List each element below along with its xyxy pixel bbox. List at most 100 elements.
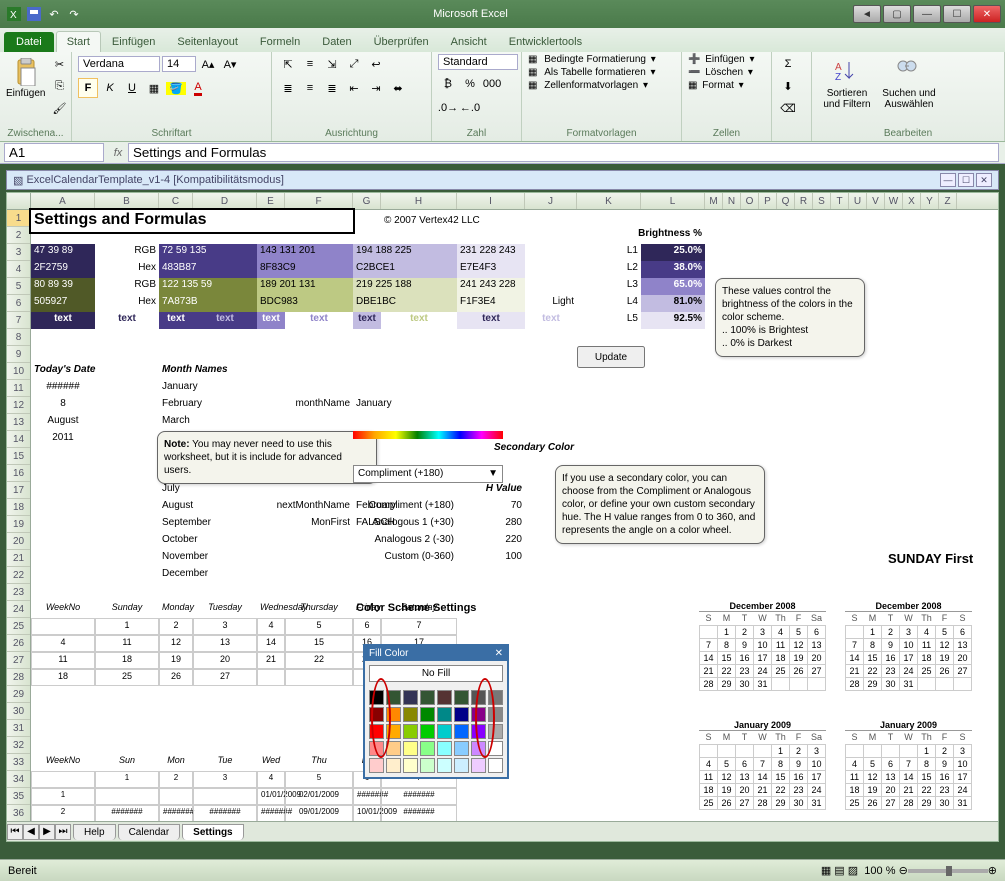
zoom-in-button[interactable]: ⊕ <box>988 864 997 877</box>
hvalue-label[interactable]: Analogous 1 (+30) <box>353 516 457 533</box>
color-cell[interactable]: Light <box>525 295 577 312</box>
week-cell[interactable]: 12 <box>159 635 193 652</box>
maximize-button[interactable]: ☐ <box>943 5 971 23</box>
align-middle-icon[interactable]: ≡ <box>300 54 320 74</box>
monthname-label[interactable]: monthName <box>257 397 353 414</box>
view-pagebreak-icon[interactable]: ▨ <box>848 864 858 877</box>
border-button[interactable]: ▦ <box>144 78 164 98</box>
col-header[interactable]: C <box>159 193 193 209</box>
week-cell[interactable]: 11 <box>95 635 159 652</box>
tab-formulas[interactable]: Formeln <box>249 31 311 52</box>
text-sample-cell[interactable]: text <box>457 312 525 329</box>
today-value[interactable]: 8 <box>31 397 95 414</box>
col-header[interactable]: V <box>867 193 885 209</box>
find-select-button[interactable]: Suchen und Auswählen <box>880 54 938 110</box>
month-name[interactable]: December <box>159 567 257 584</box>
align-left-icon[interactable]: ≣ <box>278 78 298 98</box>
hvalue-header[interactable]: H Value <box>381 482 525 499</box>
number-format-select[interactable] <box>438 54 518 70</box>
brightness-value[interactable]: 38.0% <box>641 261 705 278</box>
week-header[interactable]: Monday <box>159 601 193 618</box>
row-header[interactable]: 2 <box>7 227 30 244</box>
month-name[interactable]: July <box>159 482 257 499</box>
comma-icon[interactable]: 000 <box>482 74 502 94</box>
color-cell[interactable]: 7A873B <box>159 295 257 312</box>
tab-data[interactable]: Daten <box>311 31 362 52</box>
row-header[interactable]: 5 <box>7 278 30 295</box>
sheet-tab-calendar[interactable]: Calendar <box>118 824 181 840</box>
week-cell[interactable]: 09/01/2009 <box>285 805 353 822</box>
col-header[interactable]: N <box>723 193 741 209</box>
color-cell[interactable]: 219 225 188 <box>353 278 457 295</box>
col-header[interactable]: L <box>641 193 705 209</box>
text-sample-cell[interactable]: text <box>353 312 381 329</box>
color-swatch[interactable] <box>437 758 452 773</box>
color-swatch[interactable] <box>488 707 503 722</box>
color-cell[interactable]: Hex <box>95 295 159 312</box>
week-cell[interactable]: 20 <box>193 652 257 669</box>
week-cell[interactable]: 7 <box>381 618 457 635</box>
row-header[interactable]: 24 <box>7 601 30 618</box>
tab-pagelayout[interactable]: Seitenlayout <box>166 31 249 52</box>
font-color-button[interactable]: A <box>188 78 208 98</box>
bold-button[interactable]: F <box>78 78 98 98</box>
color-swatch[interactable] <box>471 758 486 773</box>
color-swatch[interactable] <box>403 741 418 756</box>
color-swatch[interactable] <box>403 690 418 705</box>
underline-button[interactable]: U <box>122 78 142 98</box>
row-header[interactable]: 15 <box>7 448 30 465</box>
format-cells-button[interactable]: ▦ Format ▾ <box>688 80 755 91</box>
week-cell[interactable]: 1 <box>95 771 159 788</box>
week-cell[interactable]: 1 <box>31 788 95 805</box>
week-header[interactable]: Thu <box>285 754 353 771</box>
text-sample-cell[interactable]: text <box>193 312 257 329</box>
row-header[interactable]: 13 <box>7 414 30 431</box>
text-sample-cell[interactable]: text <box>525 312 577 329</box>
week-header[interactable]: Tue <box>193 754 257 771</box>
color-swatch[interactable] <box>369 724 384 739</box>
tab-start[interactable]: Start <box>56 31 101 52</box>
percent-icon[interactable]: % <box>460 74 480 94</box>
row-header[interactable]: 9 <box>7 346 30 363</box>
color-swatch[interactable] <box>471 707 486 722</box>
color-swatch[interactable] <box>403 707 418 722</box>
week-header[interactable]: WeekNo <box>31 601 95 618</box>
mdi-restore-button[interactable]: ☐ <box>958 173 974 187</box>
color-swatch[interactable] <box>420 707 435 722</box>
format-painter-icon[interactable]: 🖌 <box>49 98 69 118</box>
fill-icon[interactable]: ⬇ <box>778 76 798 96</box>
color-swatch[interactable] <box>471 724 486 739</box>
row-header[interactable]: 14 <box>7 431 30 448</box>
color-cell[interactable]: 194 188 225 <box>353 244 457 261</box>
color-swatch[interactable] <box>454 741 469 756</box>
color-cell[interactable]: 47 39 89 <box>31 244 95 261</box>
row-header[interactable]: 34 <box>7 771 30 788</box>
prev-window-button[interactable]: ◄ <box>853 5 881 23</box>
monthname-value[interactable]: January <box>353 397 381 414</box>
row-header[interactable]: 22 <box>7 567 30 584</box>
secondary-color-select[interactable]: Compliment (+180)▼ <box>353 465 503 483</box>
row-header[interactable]: 16 <box>7 465 30 482</box>
brightness-label[interactable]: L5 <box>577 312 641 329</box>
row-header[interactable]: 26 <box>7 635 30 652</box>
month-name[interactable]: February <box>159 397 257 414</box>
text-sample-cell[interactable]: text <box>95 312 159 329</box>
color-swatch[interactable] <box>420 724 435 739</box>
tab-next-icon[interactable]: ▶ <box>39 824 55 840</box>
row-header[interactable]: 28 <box>7 669 30 686</box>
col-header[interactable]: A <box>31 193 95 209</box>
color-swatch[interactable] <box>488 690 503 705</box>
week-cell[interactable]: 15 <box>285 635 353 652</box>
color-swatch[interactable] <box>386 707 401 722</box>
col-header[interactable]: J <box>525 193 577 209</box>
sheet-tab-help[interactable]: Help <box>73 824 116 840</box>
row-header[interactable]: 1 <box>7 210 30 227</box>
week-header[interactable]: Mon <box>159 754 193 771</box>
hvalue-label[interactable]: Custom (0-360) <box>353 550 457 567</box>
week-header[interactable]: Wednesday <box>257 601 285 618</box>
tab-prev-icon[interactable]: ◀ <box>23 824 39 840</box>
color-cell[interactable]: E7E4F3 <box>457 261 525 278</box>
color-cell[interactable]: 189 201 131 <box>257 278 353 295</box>
color-swatch[interactable] <box>386 724 401 739</box>
text-sample-cell[interactable]: text <box>159 312 193 329</box>
